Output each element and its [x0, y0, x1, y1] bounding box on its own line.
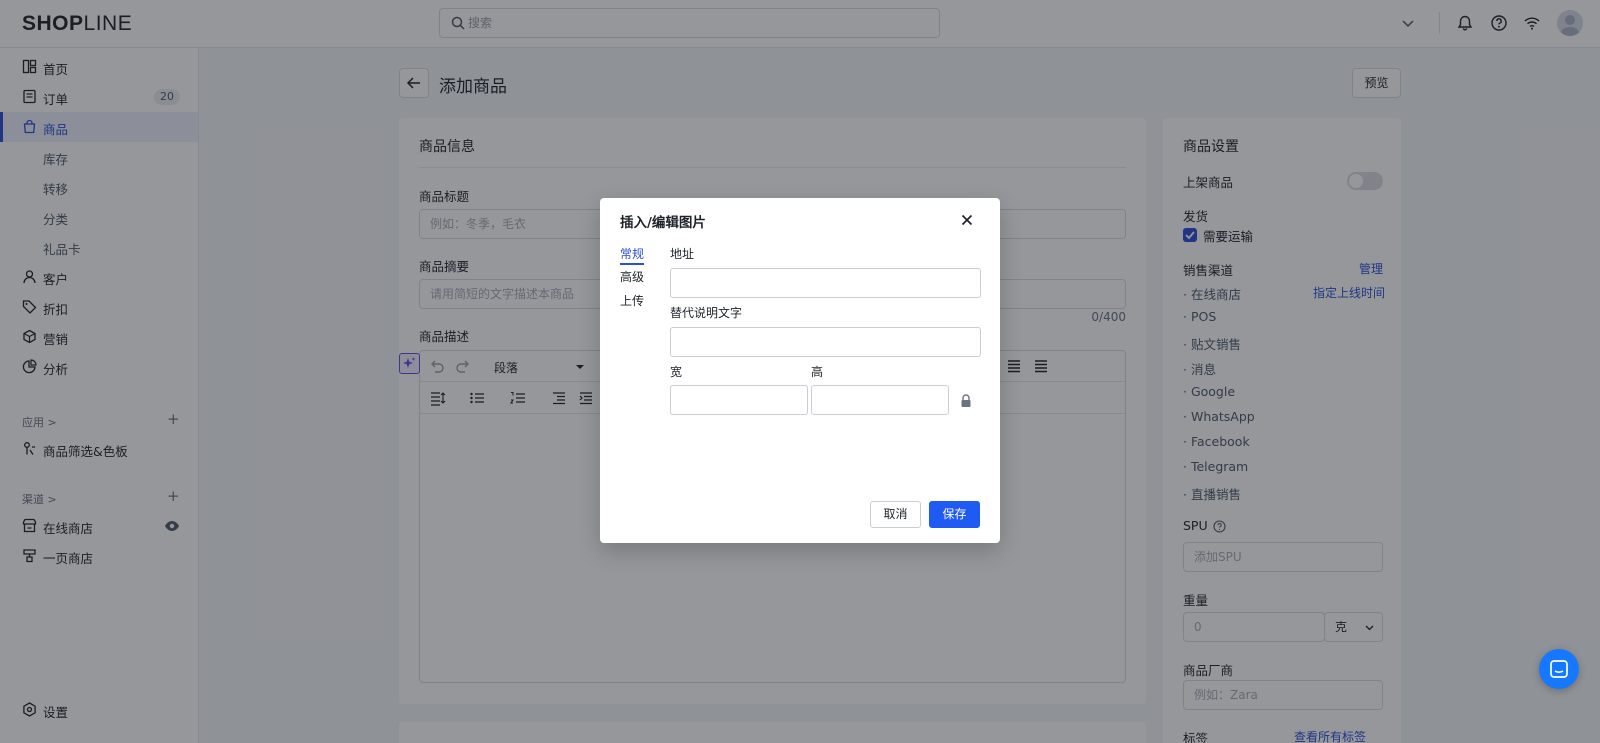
save-button[interactable]: 保存 — [929, 501, 980, 528]
alt-text-input[interactable] — [670, 327, 981, 357]
support-chat-button[interactable] — [1539, 649, 1579, 689]
tab-upload[interactable]: 上传 — [620, 292, 644, 309]
height-input[interactable] — [811, 385, 949, 415]
tab-general[interactable]: 常规 — [620, 245, 645, 265]
lock-icon[interactable] — [960, 394, 972, 408]
cancel-button[interactable]: 取消 — [870, 501, 921, 528]
width-input[interactable] — [670, 385, 808, 415]
insert-image-dialog: 插入/编辑图片 常规 高级 上传 地址 替代说明文字 宽 高 取消 保存 — [600, 198, 1000, 543]
width-label: 宽 — [670, 365, 683, 379]
image-url-input[interactable] — [670, 268, 981, 298]
alt-text-label: 替代说明文字 — [670, 306, 743, 320]
source-label: 地址 — [670, 247, 695, 261]
height-label: 高 — [811, 365, 824, 379]
tab-advanced[interactable]: 高级 — [620, 268, 644, 285]
close-icon[interactable] — [957, 210, 977, 230]
chat-icon — [1550, 660, 1568, 678]
dialog-title: 插入/编辑图片 — [620, 215, 706, 231]
